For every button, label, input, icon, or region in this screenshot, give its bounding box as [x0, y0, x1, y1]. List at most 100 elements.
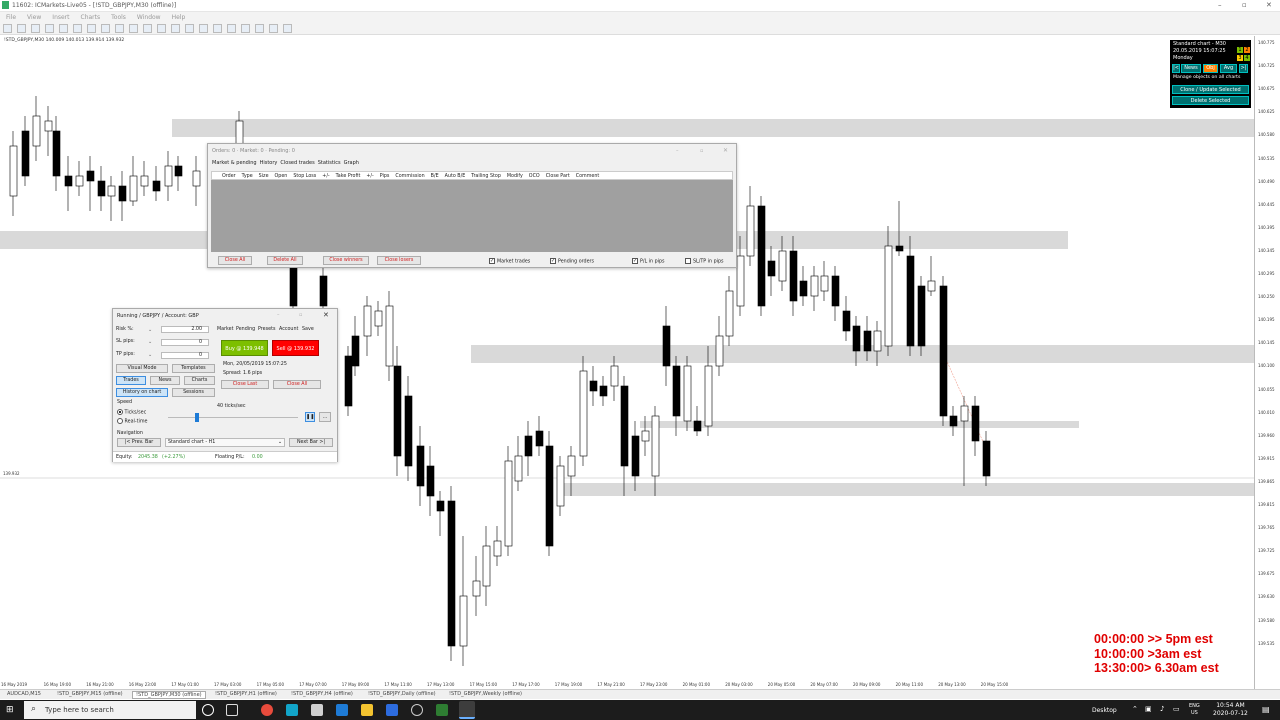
chrome-icon[interactable]	[261, 704, 273, 716]
cortana-icon[interactable]	[202, 704, 214, 716]
templates-icon[interactable]	[283, 24, 292, 33]
column-comment[interactable]: Comment	[576, 174, 600, 179]
taskbar-search[interactable]: ⌕ Type here to search	[24, 701, 196, 719]
chart-tab[interactable]: AUDCAD,M15	[4, 691, 44, 697]
close-losers-button[interactable]: Close losers	[377, 256, 421, 265]
clock[interactable]: 10:54 AM 2020-07-12	[1213, 702, 1248, 718]
app-icon[interactable]	[286, 704, 298, 716]
bar-chart-icon[interactable]	[143, 24, 152, 33]
speed-slider-thumb[interactable]	[195, 413, 199, 422]
menu-help[interactable]: Help	[172, 14, 186, 21]
tab-account[interactable]: Account	[279, 327, 298, 332]
realtime-radio[interactable]: Real-time	[117, 418, 147, 425]
delete-selected-button[interactable]: Delete Selected	[1172, 96, 1249, 105]
panel-num-2[interactable]: 2	[1244, 47, 1250, 53]
column-size[interactable]: Size	[259, 174, 269, 179]
templates-button[interactable]: Templates	[172, 364, 215, 373]
chart-tab-active[interactable]: !STD_GBPJPY,M30 (offline)	[132, 691, 206, 699]
column-tp-diff[interactable]: +/-	[366, 174, 373, 179]
cursor-icon[interactable]	[3, 24, 12, 33]
tab-save[interactable]: Save	[302, 327, 314, 332]
chevron-down-icon[interactable]: ⌄	[148, 339, 152, 345]
column-take-profit[interactable]: Take Profit	[336, 174, 361, 179]
buy-button[interactable]: Buy @ 139.948	[221, 340, 268, 356]
label-icon[interactable]	[115, 24, 124, 33]
system-tray-icon[interactable]: ⌃	[1132, 705, 1138, 713]
next-bar-button[interactable]: Next Bar >|	[289, 438, 333, 447]
chart-tab[interactable]: !STD_GBPJPY,M15 (offline)	[54, 691, 126, 697]
ticks-radio[interactable]: Ticks/sec	[117, 409, 146, 416]
active-app-icon[interactable]	[459, 701, 475, 719]
metatrader-icon[interactable]	[436, 704, 448, 716]
column-open[interactable]: Open	[275, 174, 288, 179]
column-stop-loss[interactable]: Stop Loss	[293, 174, 316, 179]
column-pips[interactable]: Pips	[380, 174, 390, 179]
column-modify[interactable]: Modify	[507, 174, 523, 179]
panel-obj-button[interactable]: Obj	[1203, 64, 1218, 73]
column-auto-be[interactable]: Auto B/E	[445, 174, 466, 179]
prev-bar-button[interactable]: |< Prev. Bar	[117, 438, 161, 447]
tab-presets[interactable]: Presets	[258, 327, 275, 332]
chevron-down-icon[interactable]: ⌄	[148, 352, 152, 358]
chart-tab[interactable]: !STD_GBPJPY,H4 (offline)	[288, 691, 356, 697]
column-trailing-stop[interactable]: Trailing Stop	[471, 174, 501, 179]
minimize-icon[interactable]: –	[277, 312, 280, 318]
panel-news-button[interactable]: News	[1181, 64, 1201, 73]
clone-update-button[interactable]: Clone / Update Selected	[1172, 85, 1249, 94]
close-all-orders-button[interactable]: Close All	[218, 256, 252, 265]
app-icon[interactable]	[411, 704, 423, 716]
navigation-select[interactable]: Standard chart - H1 ⌄	[165, 438, 285, 447]
close-all-button[interactable]: Close All	[273, 380, 321, 389]
panel-num-3[interactable]: 3	[1237, 55, 1243, 61]
language-indicator[interactable]: ENG US	[1189, 703, 1200, 717]
panel-num-1[interactable]: 1	[1237, 47, 1243, 53]
maximize-icon[interactable]: ▫	[700, 148, 703, 154]
battery-icon[interactable]: ▭	[1173, 705, 1180, 713]
tile-icon[interactable]	[213, 24, 222, 33]
history-on-chart-button[interactable]: History on chart	[116, 388, 168, 397]
chart-shift-icon[interactable]	[241, 24, 250, 33]
task-view-icon[interactable]	[226, 704, 238, 716]
zoom-in-icon[interactable]	[185, 24, 194, 33]
menu-file[interactable]: File	[6, 14, 16, 21]
tab-graph[interactable]: Graph	[344, 160, 359, 166]
desktop-label[interactable]: Desktop	[1092, 707, 1117, 714]
pause-button[interactable]: ❚❚	[305, 412, 315, 422]
column-close-part[interactable]: Close Part	[546, 174, 570, 179]
edge-icon[interactable]	[336, 704, 348, 716]
column-oco[interactable]: OCO	[529, 174, 540, 179]
tab-market[interactable]: Market	[217, 327, 234, 332]
step-button[interactable]: …	[319, 412, 331, 422]
menu-tools[interactable]: Tools	[111, 14, 126, 21]
maximize-icon[interactable]: ▫	[1242, 1, 1247, 9]
crosshair-icon[interactable]	[17, 24, 26, 33]
speed-slider-track[interactable]	[168, 417, 298, 418]
fibonacci-icon[interactable]	[87, 24, 96, 33]
pending-orders-checkbox[interactable]: ✓ Pending orders	[550, 258, 594, 265]
line-chart-icon[interactable]	[171, 24, 180, 33]
maximize-icon[interactable]: ▫	[299, 312, 302, 318]
store-icon[interactable]	[311, 704, 323, 716]
panel-next-button[interactable]: >|	[1239, 64, 1248, 73]
trades-button[interactable]: Trades	[116, 376, 146, 385]
close-icon[interactable]: ✕	[1266, 1, 1272, 9]
close-winners-button[interactable]: Close winners	[323, 256, 369, 265]
sessions-button[interactable]: Sessions	[172, 388, 215, 397]
file-explorer-icon[interactable]	[361, 704, 373, 716]
vertical-line-icon[interactable]	[31, 24, 40, 33]
arrow-icon[interactable]	[129, 24, 138, 33]
close-icon[interactable]: ✕	[323, 311, 329, 319]
notifications-icon[interactable]: ▤	[1262, 705, 1270, 714]
chart-tab[interactable]: !STD_GBPJPY,Weekly (offline)	[446, 691, 525, 697]
panel-avg-button[interactable]: Avg	[1220, 64, 1237, 73]
indicators-icon[interactable]	[255, 24, 264, 33]
sl-input[interactable]: 0	[161, 339, 209, 346]
channel-icon[interactable]	[73, 24, 82, 33]
sell-button[interactable]: Sell @ 139.932	[272, 340, 319, 356]
chevron-down-icon[interactable]: ⌄	[148, 327, 152, 333]
minimize-icon[interactable]: –	[1218, 1, 1222, 9]
tab-market-pending[interactable]: Market & pending	[212, 160, 257, 166]
zoom-out-icon[interactable]	[199, 24, 208, 33]
menu-view[interactable]: View	[27, 14, 41, 21]
column-type[interactable]: Type	[242, 174, 253, 179]
